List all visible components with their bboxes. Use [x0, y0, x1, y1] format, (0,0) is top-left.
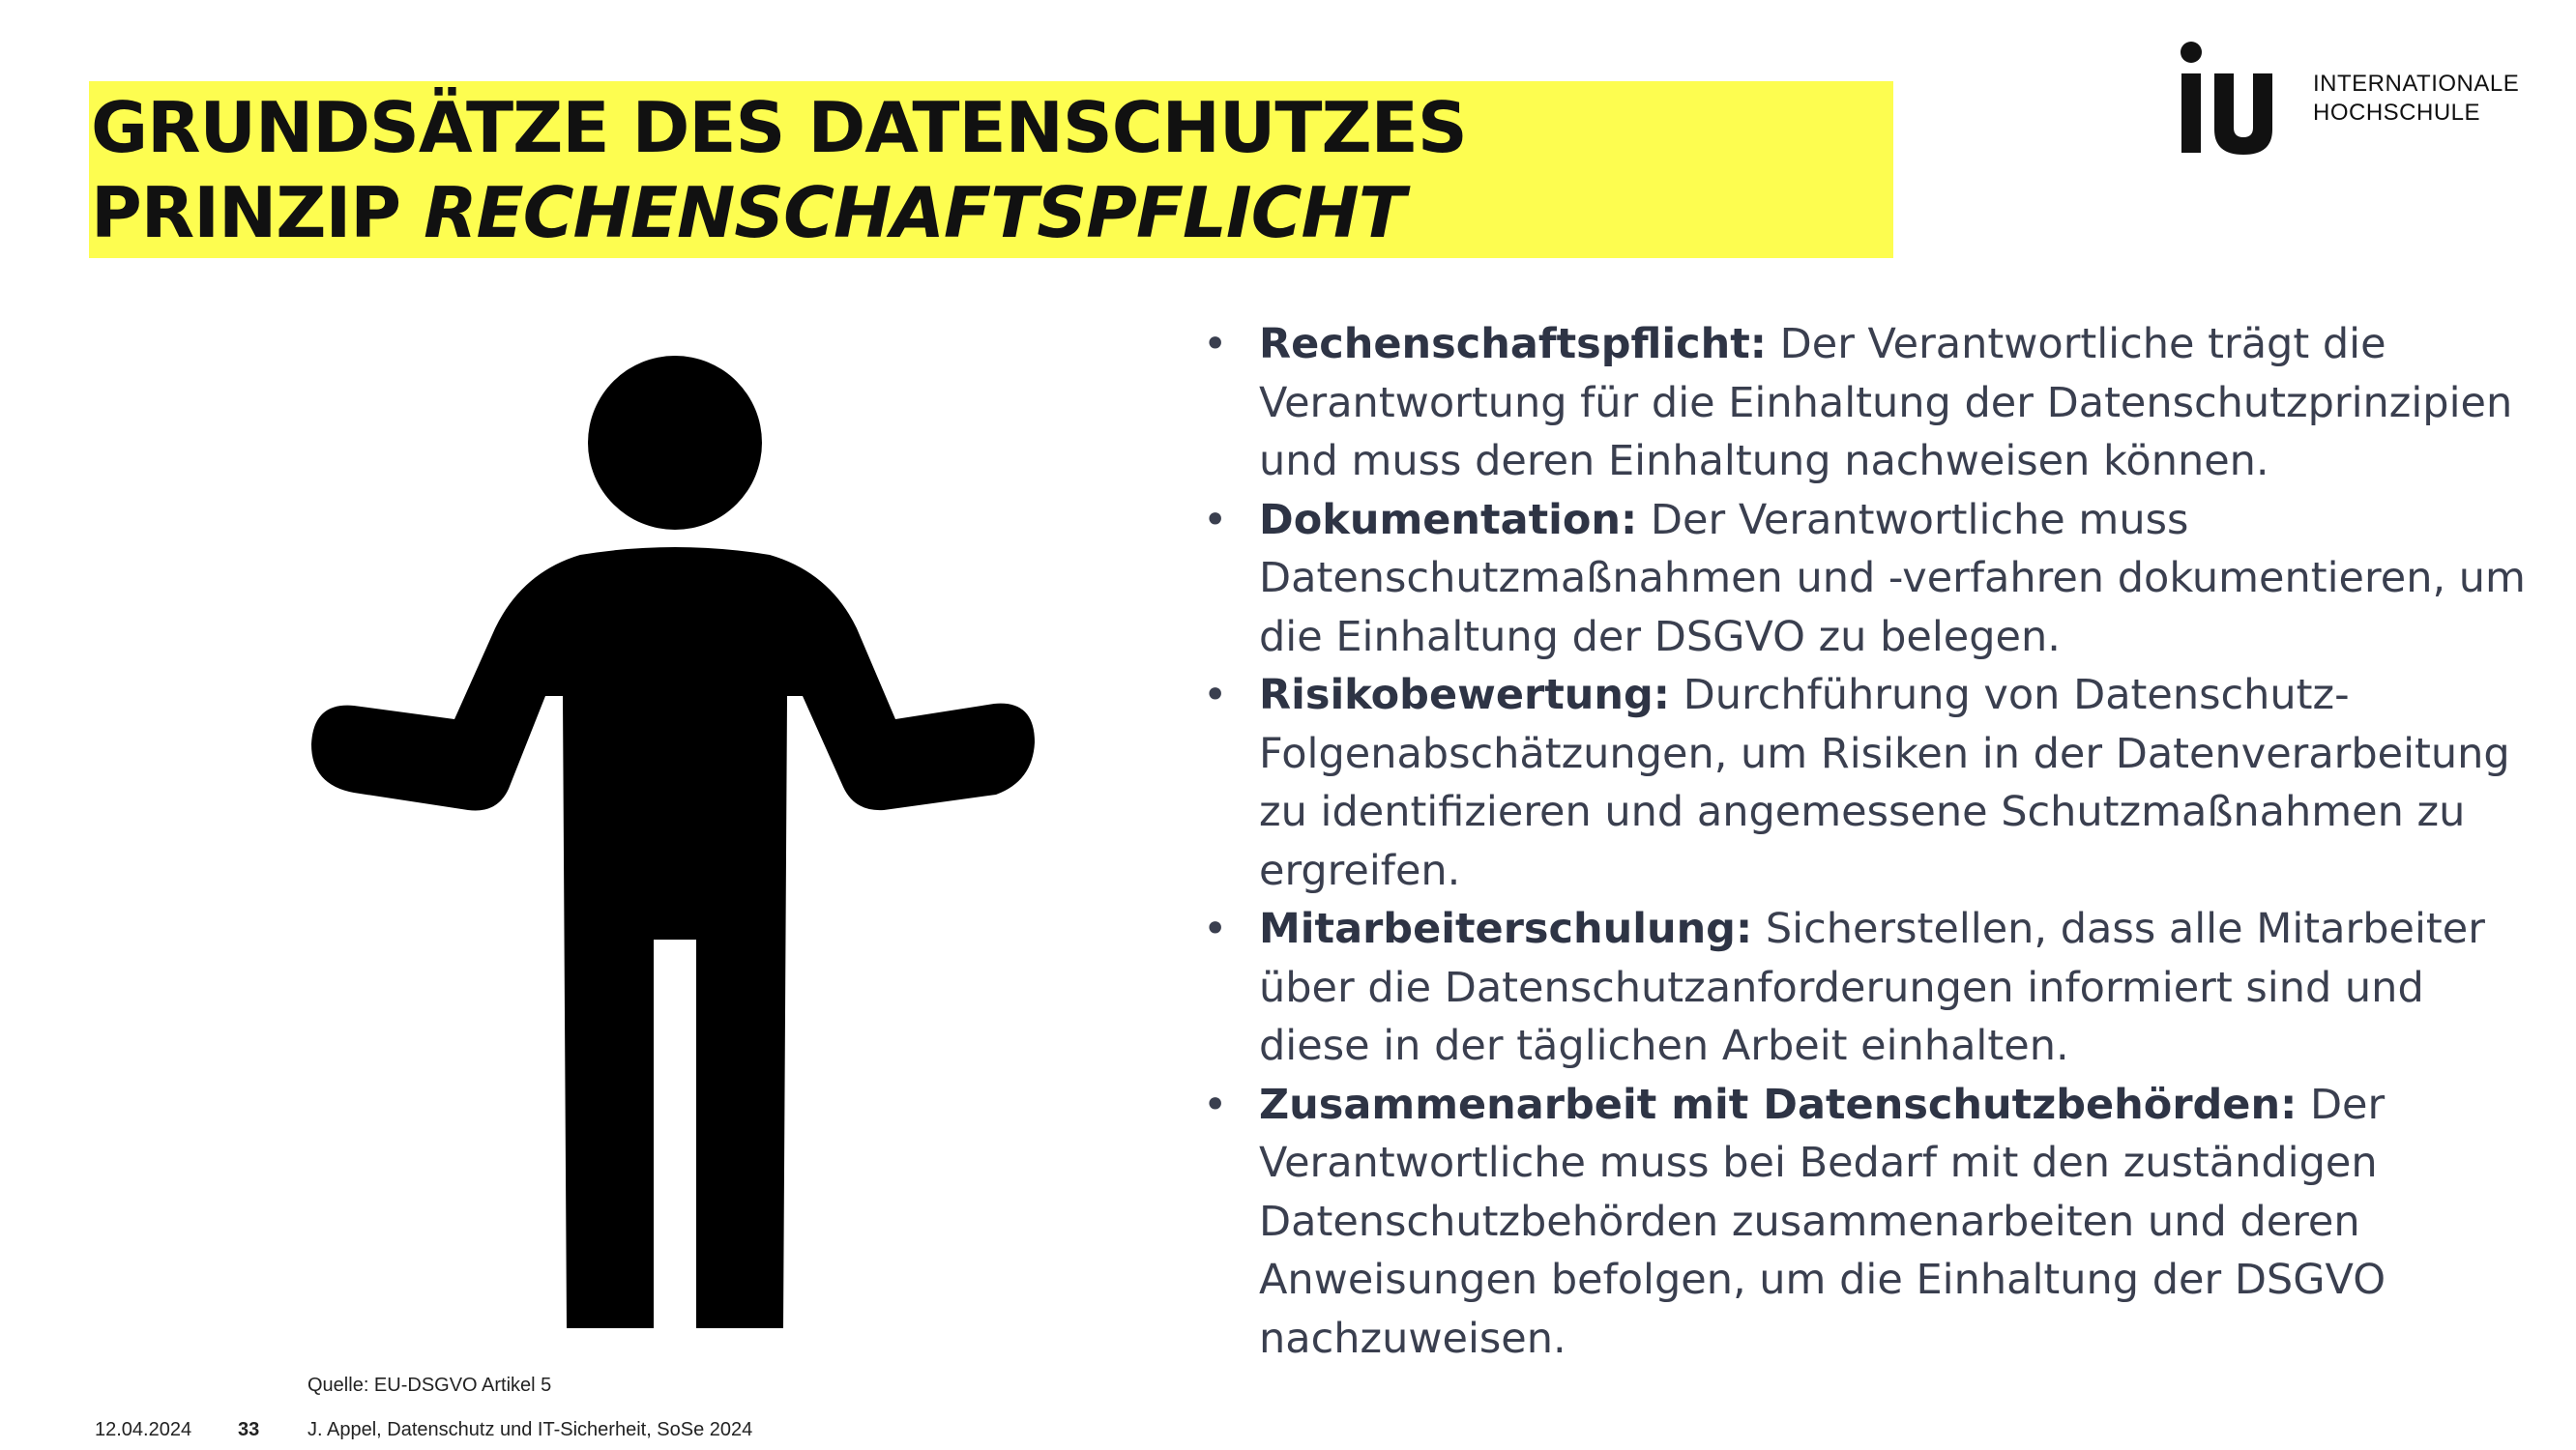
iu-logo: INTERNATIONALE HOCHSCHULE	[2180, 41, 2519, 157]
bullet-term: Rechenschaftspflicht:	[1259, 320, 1767, 368]
bullet-dot: •	[1203, 1080, 1228, 1129]
bullet-dot: •	[1203, 320, 1228, 368]
slide-title-line1: GRUNDSÄTZE DES DATENSCHUTZES	[91, 87, 1468, 168]
list-item: • Dokumentation: Der Verantwortliche mus…	[1199, 491, 2533, 667]
slide-title-line2-prefix: PRINZIP	[91, 172, 424, 253]
slide-title-line2-italic: RECHENSCHAFTSPFLICHT	[424, 172, 1406, 253]
bullet-list: • Rechenschaftspflicht: Der Verantwortli…	[1199, 315, 2533, 1368]
person-shrugging-icon	[311, 356, 1035, 1328]
list-item: • Mitarbeiterschulung: Sicherstellen, da…	[1199, 900, 2533, 1076]
bullet-dot: •	[1203, 671, 1228, 719]
source-citation: Quelle: EU-DSGVO Artikel 5	[307, 1375, 552, 1396]
list-item: • Rechenschaftspflicht: Der Verantwortli…	[1199, 315, 2533, 491]
bullet-term: Dokumentation:	[1259, 495, 1638, 544]
footer-date: 12.04.2024	[95, 1419, 192, 1440]
slide-title-banner: GRUNDSÄTZE DES DATENSCHUTZES PRINZIP REC…	[89, 81, 1893, 258]
list-item: • Zusammenarbeit mit Datenschutzbehörden…	[1199, 1076, 2533, 1369]
logo-line2: HOCHSCHULE	[2313, 100, 2481, 126]
logo-line1: INTERNATIONALE	[2313, 71, 2520, 97]
list-item: • Risikobewertung: Durchführung von Date…	[1199, 666, 2533, 900]
bullet-dot: •	[1203, 905, 1228, 953]
bullet-term: Mitarbeiterschulung:	[1259, 905, 1753, 953]
iu-logo-mark-icon	[2181, 42, 2272, 155]
bullet-term: Zusammenarbeit mit Datenschutzbehörden:	[1259, 1080, 2298, 1129]
bullet-dot: •	[1203, 495, 1228, 544]
slide-title-line2: PRINZIP RECHENSCHAFTSPFLICHT	[91, 170, 1893, 255]
iu-logo-wordmark: INTERNATIONALE HOCHSCHULE	[2313, 70, 2519, 128]
footer-course-info: J. Appel, Datenschutz und IT-Sicherheit,…	[307, 1419, 753, 1440]
bullet-term: Risikobewertung:	[1259, 671, 1670, 719]
footer-page-number: 33	[238, 1419, 260, 1440]
